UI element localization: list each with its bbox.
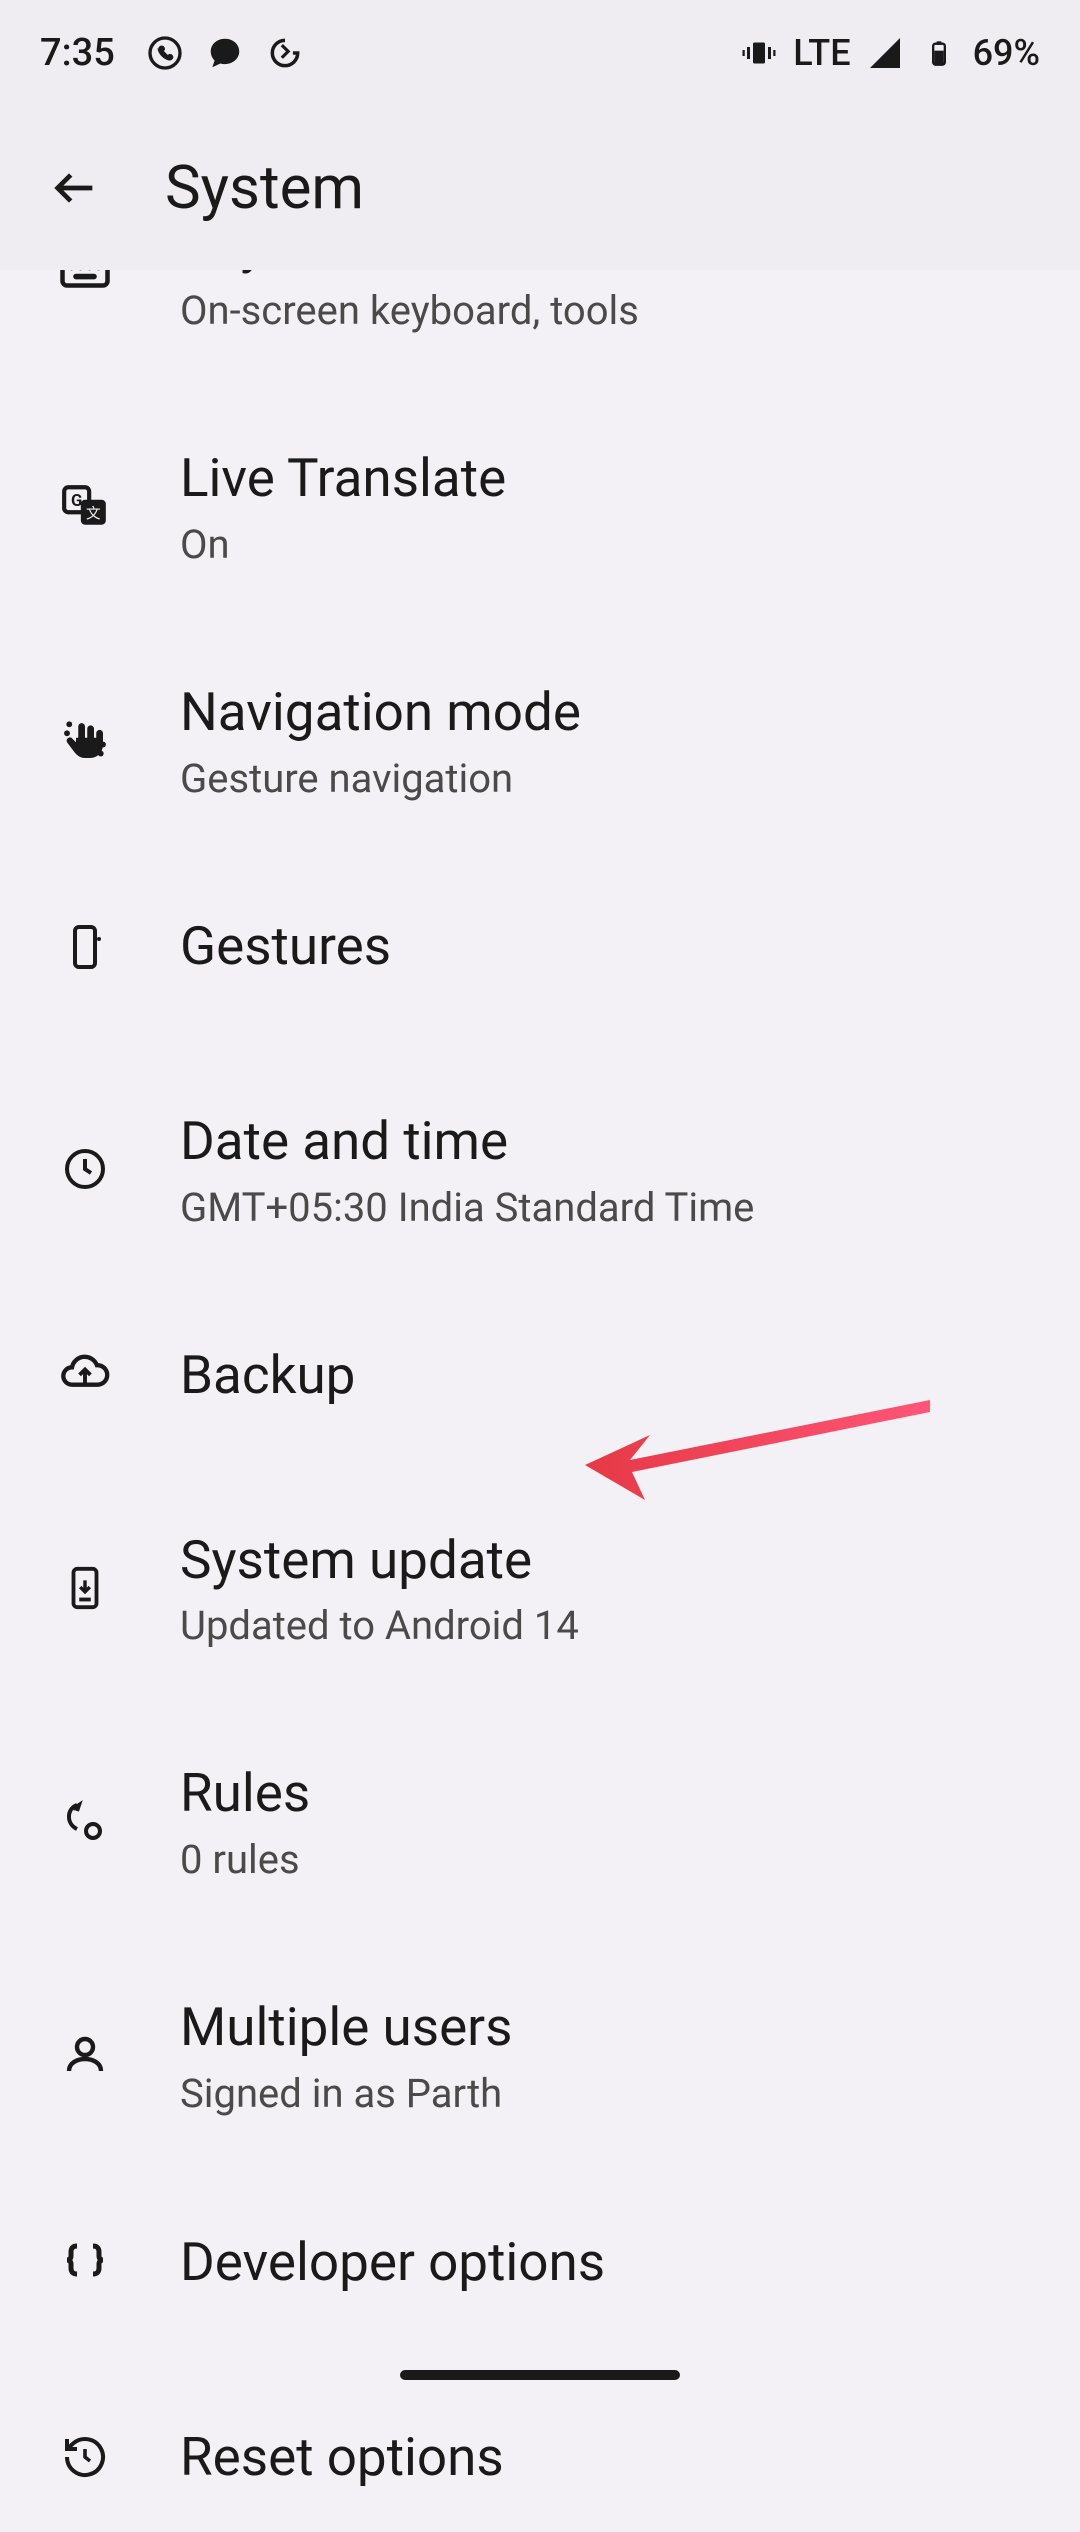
item-title: Reset options (180, 2423, 504, 2492)
list-item-developer-options[interactable]: Developer options (0, 2157, 1080, 2367)
item-text: Live Translate On (180, 444, 506, 568)
back-button[interactable] (40, 153, 110, 223)
status-time: 7:35 (40, 31, 115, 75)
network-type: LTE (793, 32, 850, 74)
item-text: Gestures (180, 912, 391, 981)
sync-icon (265, 33, 305, 73)
item-text: System update Updated to Android 14 (180, 1526, 579, 1650)
item-title: Navigation mode (180, 678, 581, 747)
person-icon (50, 2020, 120, 2090)
keyboard-icon (50, 270, 120, 307)
item-title: Developer options (180, 2228, 605, 2297)
item-title: Gestures (180, 912, 391, 981)
list-item-keyboard[interactable]: Keyboard On-screen keyboard, tools (0, 270, 1080, 374)
cloud-backup-icon (50, 1341, 120, 1411)
braces-icon (50, 2227, 120, 2297)
status-left: 7:35 (40, 31, 305, 75)
item-text: Date and time GMT+05:30 India Standard T… (180, 1107, 754, 1231)
item-text: Developer options (180, 2228, 605, 2297)
battery-percent: 69% (973, 32, 1040, 74)
item-text: Backup (180, 1341, 355, 1410)
signal-icon (865, 33, 905, 73)
item-subtitle: On-screen keyboard, tools (180, 287, 639, 334)
message-icon (205, 33, 245, 73)
reset-icon (50, 2422, 120, 2492)
item-subtitle: Signed in as Parth (180, 2070, 513, 2117)
status-bar: 7:35 (0, 0, 1080, 105)
rules-icon (50, 1786, 120, 1856)
list-item-system-update[interactable]: System update Updated to Android 14 (0, 1481, 1080, 1690)
item-subtitle: Gesture navigation (180, 755, 581, 802)
system-update-icon (50, 1553, 120, 1623)
item-subtitle: Updated to Android 14 (180, 1602, 579, 1649)
item-subtitle: On (180, 521, 506, 568)
svg-text:G: G (71, 492, 82, 511)
whatsapp-icon (145, 33, 185, 73)
item-title: Live Translate (180, 444, 506, 513)
list-item-multiple-users[interactable]: Multiple users Signed in as Parth (0, 1923, 1080, 2157)
clock-icon (50, 1134, 120, 1204)
item-title: System update (180, 1526, 579, 1595)
item-title: Multiple users (180, 1993, 513, 2062)
item-title: Backup (180, 1341, 355, 1410)
status-right: LTE 69% (739, 32, 1040, 74)
item-text: Rules 0 rules (180, 1759, 310, 1883)
list-item-live-translate[interactable]: G 文 Live Translate On (0, 374, 1080, 608)
back-arrow-icon (49, 162, 101, 214)
item-subtitle: 0 rules (180, 1836, 310, 1883)
item-title: Keyboard (180, 270, 639, 279)
item-text: Navigation mode Gesture navigation (180, 678, 581, 802)
item-subtitle: GMT+05:30 India Standard Time (180, 1184, 754, 1231)
list-item-date-time[interactable]: Date and time GMT+05:30 India Standard T… (0, 1052, 1080, 1271)
gesture-icon (50, 705, 120, 775)
settings-list[interactable]: Keyboard On-screen keyboard, tools G 文 L… (0, 270, 1080, 2532)
item-text: Reset options (180, 2423, 504, 2492)
svg-text:文: 文 (86, 504, 101, 522)
item-title: Date and time (180, 1107, 754, 1176)
item-text: Keyboard On-screen keyboard, tools (180, 270, 639, 334)
list-item-backup[interactable]: Backup (0, 1271, 1080, 1481)
vibrate-icon (739, 33, 779, 73)
item-text: Multiple users Signed in as Parth (180, 1993, 513, 2117)
translate-icon: G 文 (50, 471, 120, 541)
page-title: System (165, 152, 364, 223)
battery-icon (919, 33, 959, 73)
item-title: Rules (180, 1759, 310, 1828)
list-item-gestures[interactable]: Gestures (0, 842, 1080, 1052)
list-item-rules[interactable]: Rules 0 rules (0, 1689, 1080, 1923)
phone-gesture-icon (50, 912, 120, 982)
nav-bar-handle[interactable] (400, 2370, 680, 2380)
list-item-navigation-mode[interactable]: Navigation mode Gesture navigation (0, 608, 1080, 842)
list-item-reset-options[interactable]: Reset options (0, 2367, 1080, 2532)
header: System (0, 105, 1080, 270)
